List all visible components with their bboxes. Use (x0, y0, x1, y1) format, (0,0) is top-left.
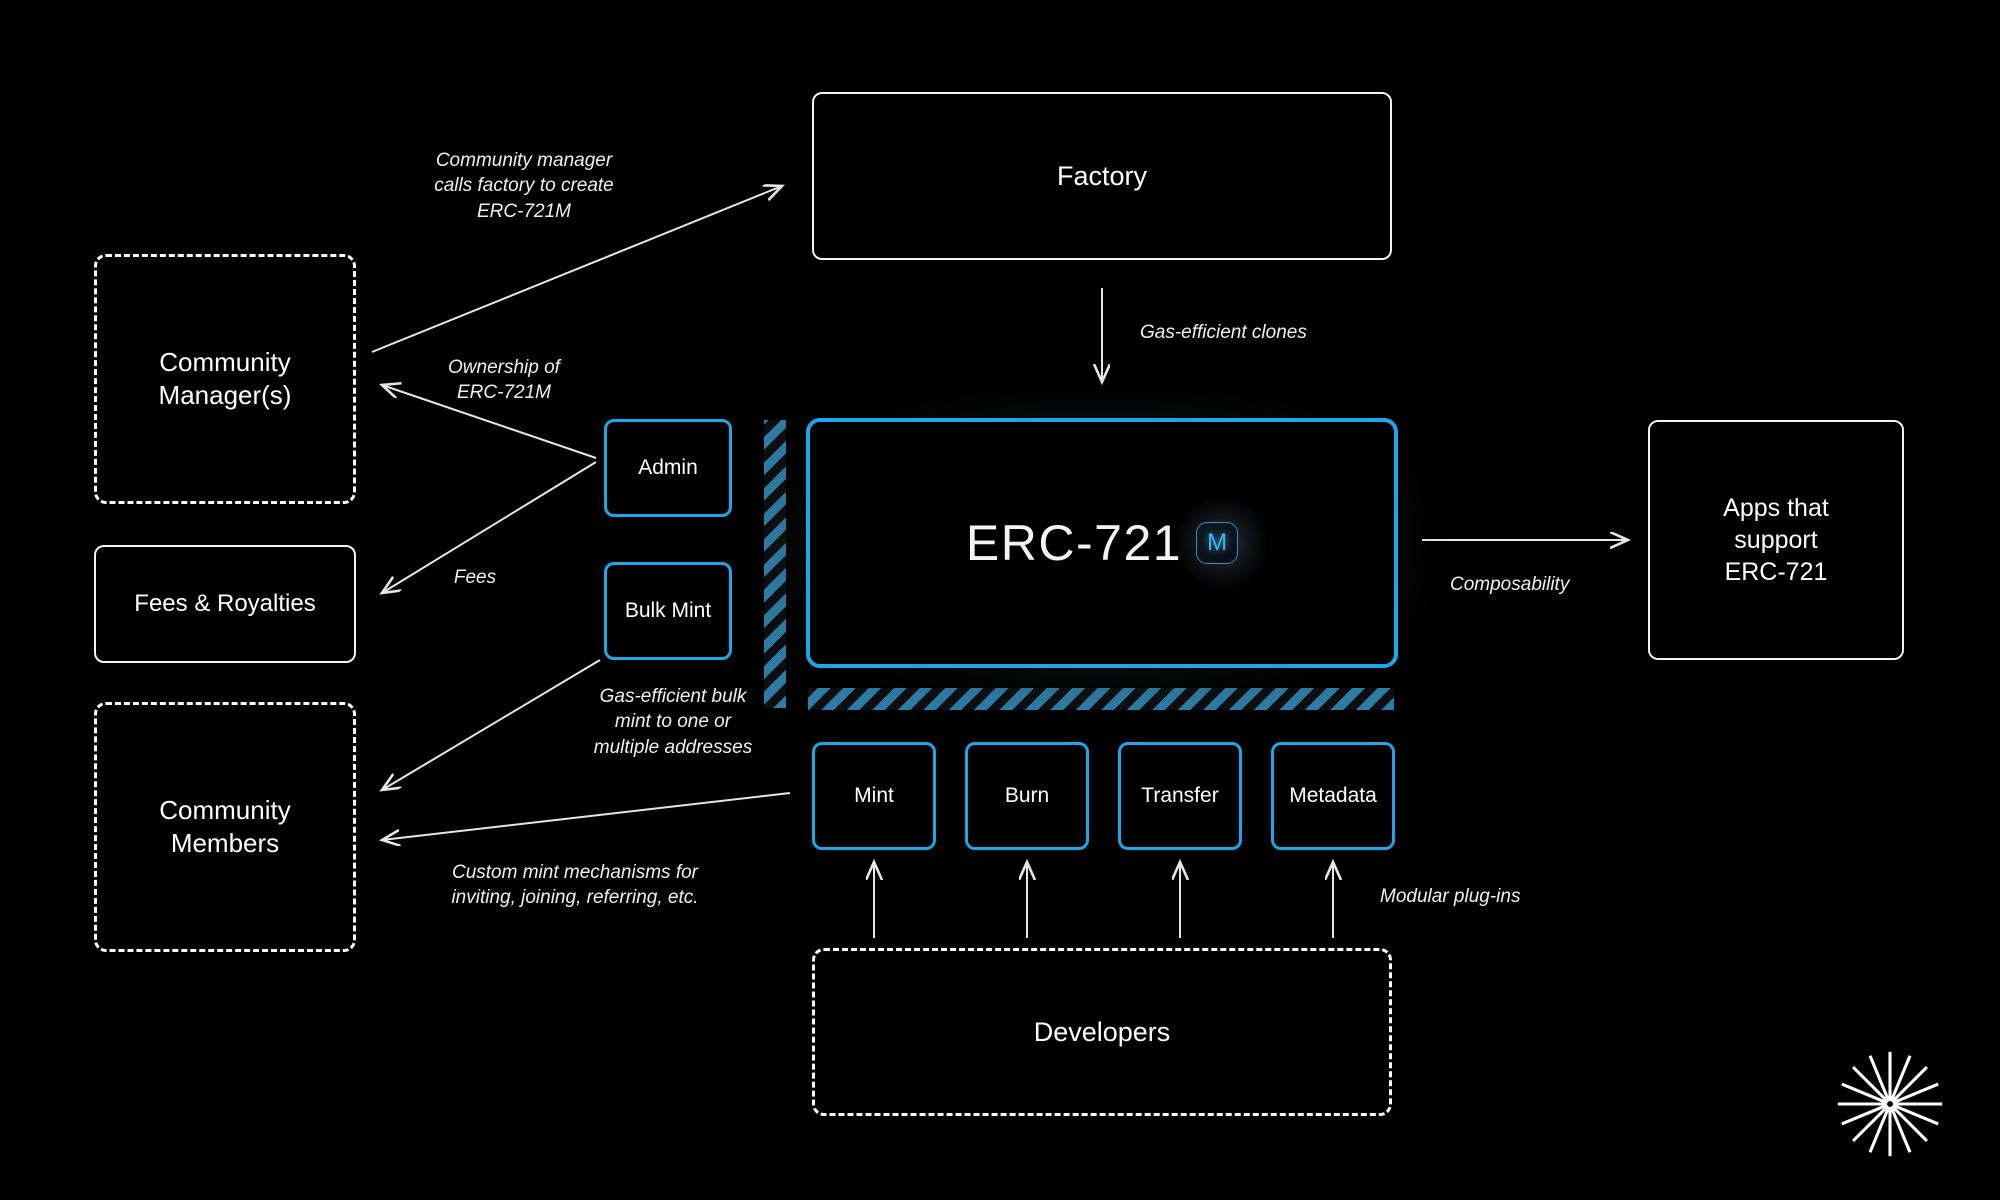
node-plugin-transfer[interactable]: Transfer (1118, 742, 1242, 850)
node-plugin-burn[interactable]: Burn (965, 742, 1089, 850)
label-custom-mint-mechanisms: Custom mint mechanisms for inviting, joi… (451, 862, 699, 909)
label-fees: Fees (453, 567, 497, 588)
label-community-manager-calls-factory: Community manager calls factory to creat… (434, 150, 614, 222)
node-developers[interactable]: Developers (812, 948, 1392, 1116)
hatched-bar-vertical (764, 420, 786, 708)
erc-title-text: ERC-721 (965, 515, 1183, 571)
diagram-canvas: Factory Apps that support ERC-721 Commun… (0, 0, 2000, 1200)
m-badge-icon: M (1196, 522, 1239, 564)
erc-card[interactable]: ERC-721 M (806, 418, 1398, 668)
label-gas-efficient-bulk-mint: Gas-efficient bulk mint to one or multip… (593, 686, 753, 758)
node-bulk-mint[interactable]: Bulk Mint (604, 562, 732, 660)
node-apps-that-support-erc721[interactable]: Apps that support ERC-721 (1648, 420, 1904, 660)
label-ownership-of-erc721m: Ownership of ERC-721M (448, 357, 560, 404)
label-composability: Composability (1450, 574, 1570, 595)
node-fees-and-royalties[interactable]: Fees & Royalties (94, 545, 356, 663)
node-plugin-metadata[interactable]: Metadata (1271, 742, 1395, 850)
starburst-logo (1837, 1051, 1943, 1157)
erc-card-content: ERC-721 M (965, 497, 1269, 589)
node-admin[interactable]: Admin (604, 419, 732, 517)
node-factory[interactable]: Factory (812, 92, 1392, 260)
hatched-bar-horizontal (808, 688, 1394, 710)
arrow-mint-to-members (382, 792, 791, 840)
node-community-members[interactable]: Community Members (94, 702, 356, 952)
node-community-managers[interactable]: Community Manager(s) (94, 254, 356, 504)
node-plugin-mint[interactable]: Mint (812, 742, 936, 850)
node-erc-721m[interactable]: ERC-721 M (780, 392, 1424, 694)
label-modular-plugins: Modular plug-ins (1380, 886, 1521, 907)
label-gas-efficient-clones: Gas-efficient clones (1140, 322, 1307, 343)
